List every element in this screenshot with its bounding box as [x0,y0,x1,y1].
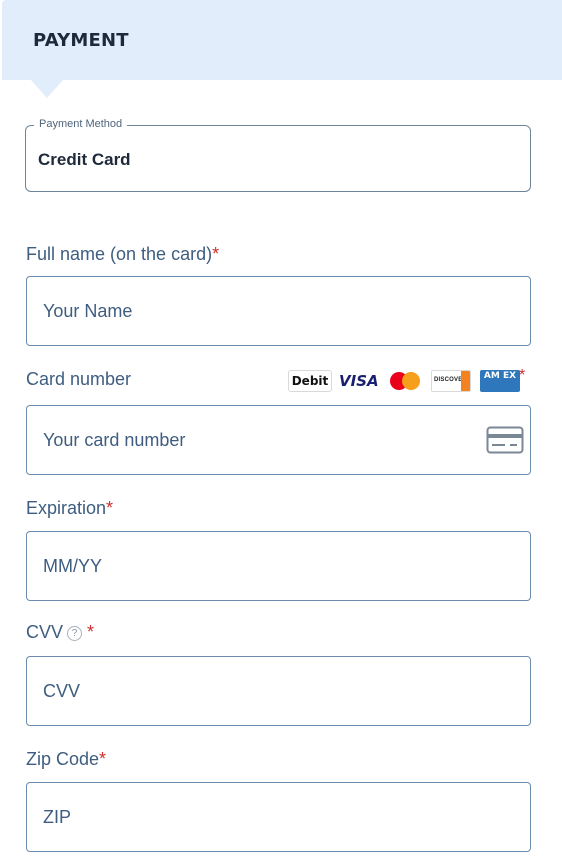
card-number-placeholder: Your card number [43,430,186,450]
required-marker: * [99,749,107,769]
expiration-label: Expiration* [26,498,114,518]
zip-label: Zip Code* [26,749,107,769]
expiration-input[interactable]: MM/YY [26,531,531,601]
card-number-input[interactable]: Your card number [26,405,531,475]
cvv-label: CVV? * [26,622,95,642]
required-marker: * [519,367,526,384]
accepted-cards: Debit VISA DISCOVER AM EX * [288,367,533,395]
payment-method-select[interactable]: Payment Method Credit Card [25,118,531,192]
payment-method-value: Credit Card [38,150,131,169]
full-name-input[interactable]: Your Name [26,276,531,346]
full-name-label: Full name (on the card)* [26,244,220,264]
header-pointer [31,80,63,98]
zip-input[interactable]: ZIP [26,782,531,852]
mastercard-icon [390,372,420,390]
cvv-placeholder: CVV [43,681,81,701]
payment-header: PAYMENT [2,0,562,80]
required-marker: * [106,498,114,518]
cvv-input[interactable]: CVV [26,656,531,726]
credit-card-icon [486,426,524,454]
zip-placeholder: ZIP [43,807,72,827]
help-icon[interactable]: ? [67,626,83,641]
expiration-placeholder: MM/YY [43,556,103,576]
visa-card-icon: VISA [339,372,379,390]
page-title: PAYMENT [33,30,129,51]
required-marker: * [87,622,95,642]
discover-card-icon: DISCOVER [431,370,471,392]
required-marker: * [212,244,220,264]
card-number-label: Card number [26,369,132,389]
payment-method-legend: Payment Method [34,118,128,130]
debit-card-icon: Debit [288,370,332,392]
amex-card-icon: AM EX [480,370,520,392]
full-name-placeholder: Your Name [43,301,133,321]
